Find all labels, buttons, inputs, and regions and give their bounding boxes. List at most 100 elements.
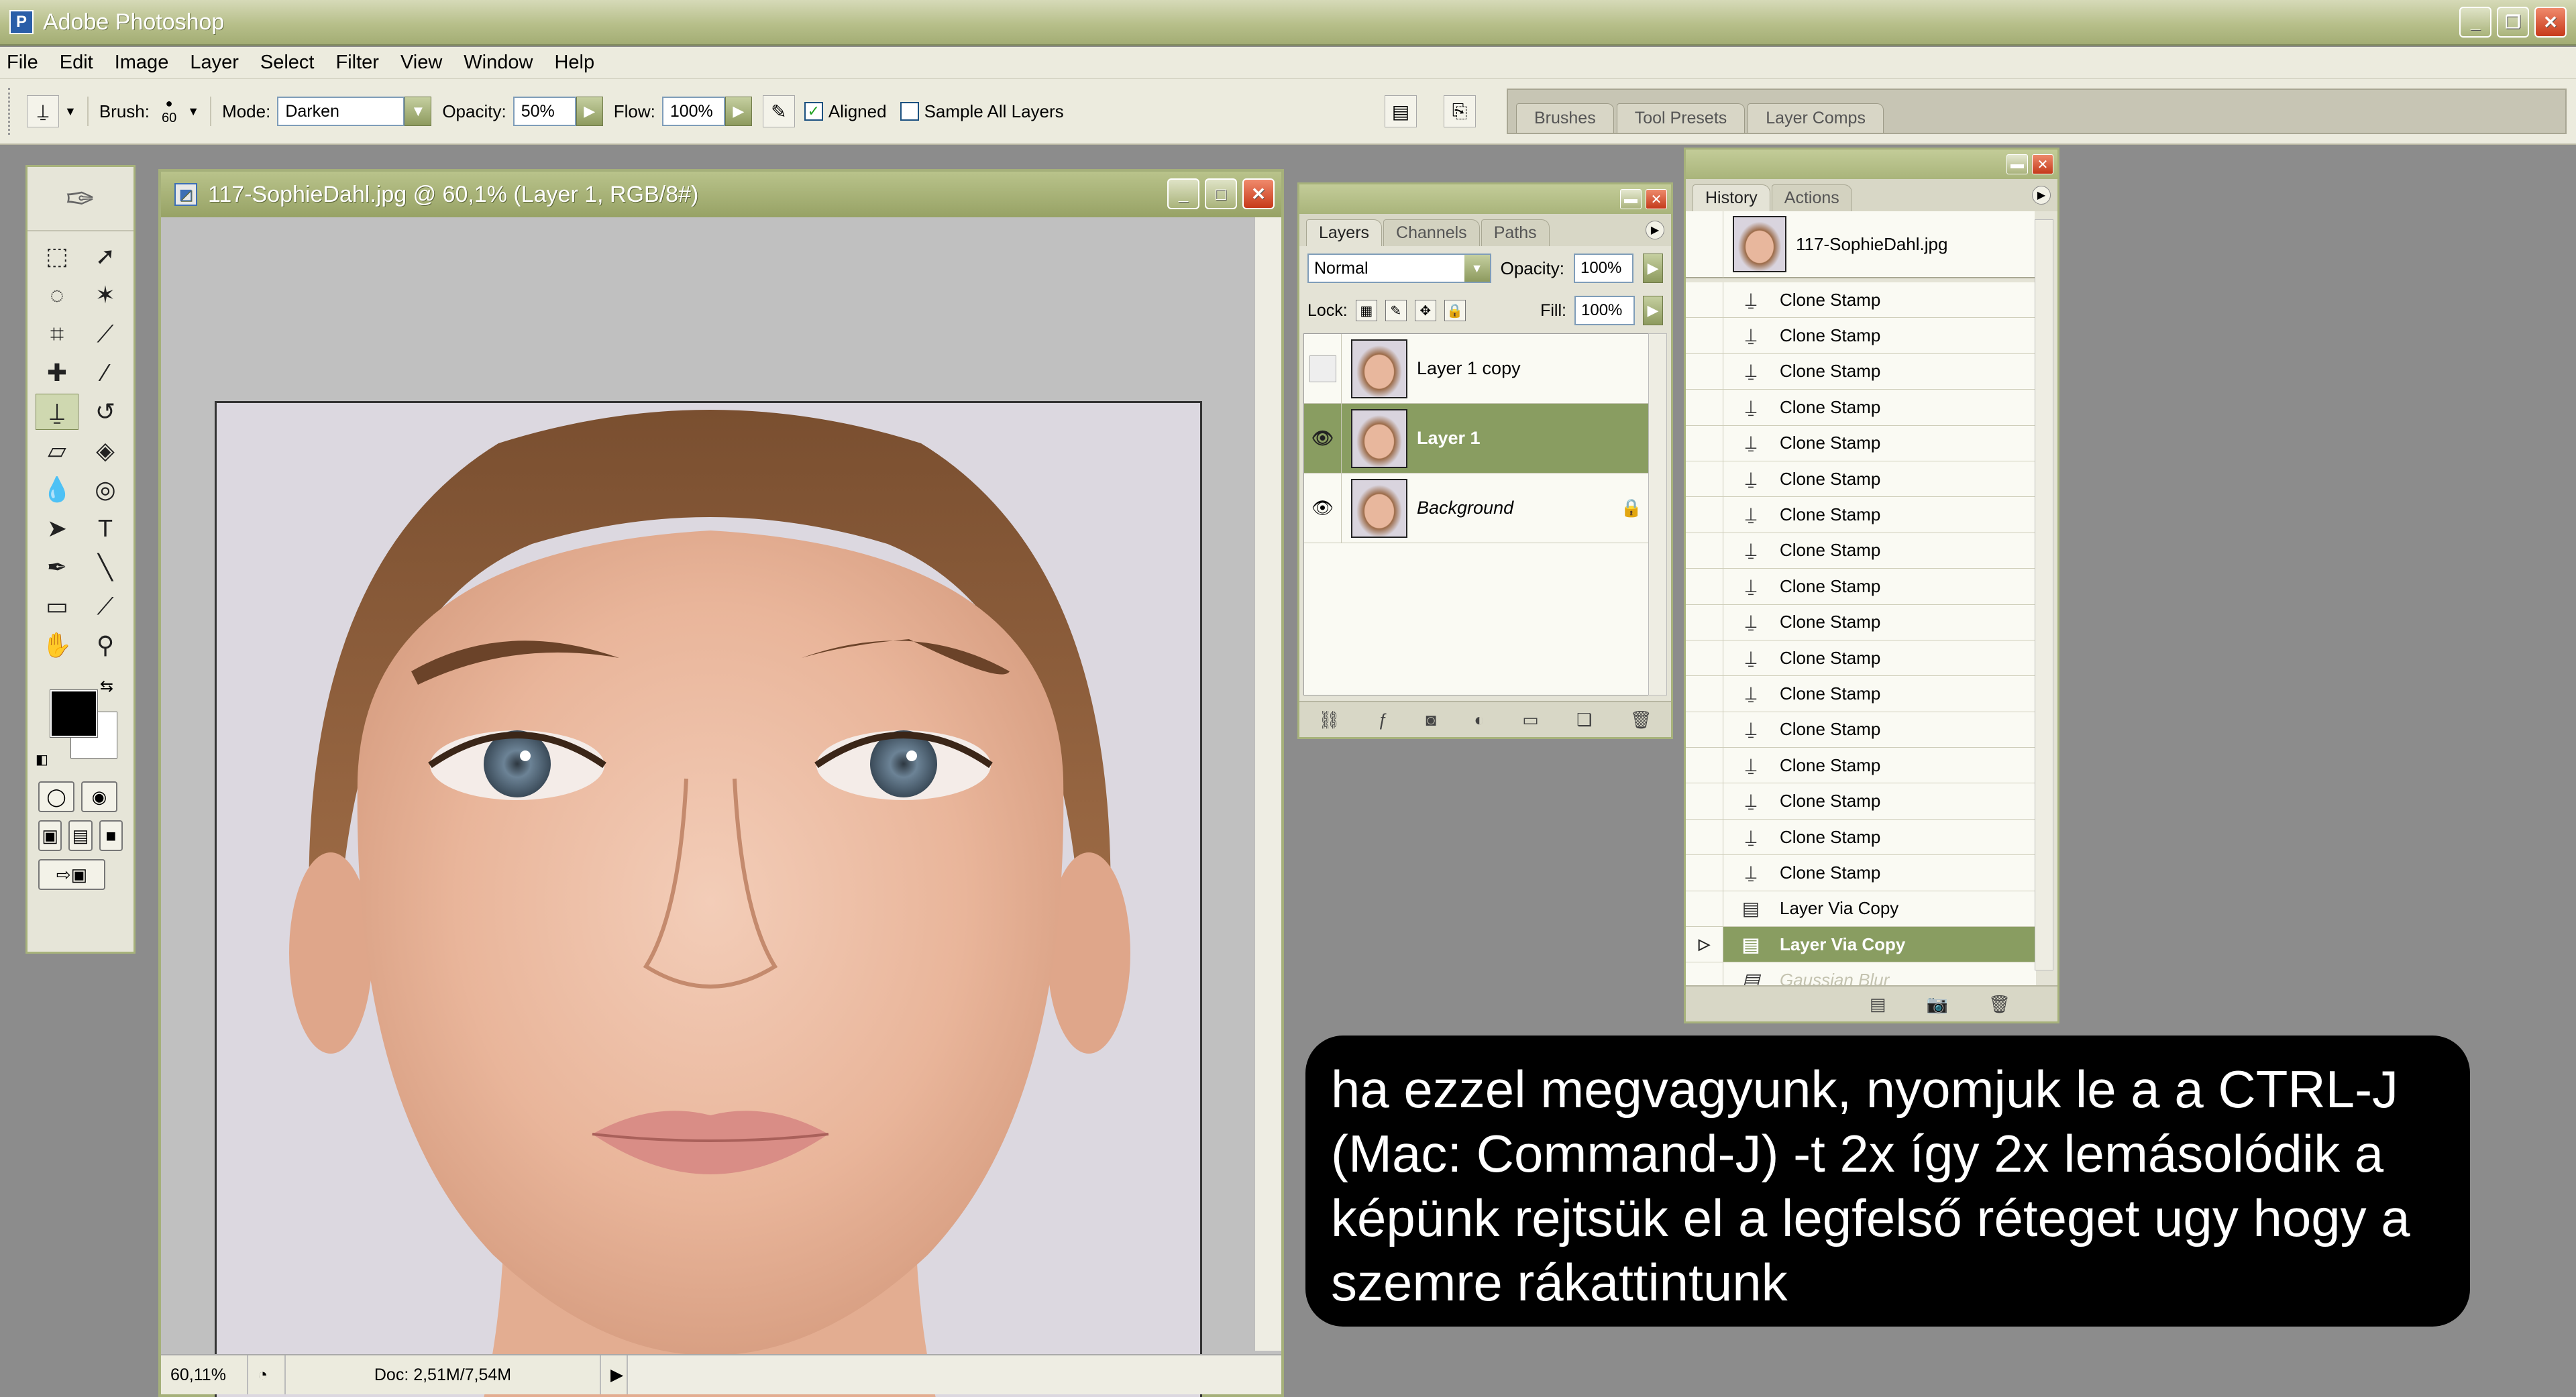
history-snapshot[interactable]: 117-SophieDahl.jpg — [1686, 211, 2035, 278]
standard-mode-icon[interactable]: ◯ — [38, 781, 74, 812]
history-item[interactable]: ⍊ Clone Stamp — [1686, 390, 2036, 426]
palette-well-toggle-icon[interactable]: ⎘ — [1444, 95, 1476, 127]
history-brush-source-slot[interactable] — [1686, 569, 1723, 604]
history-brush-source-slot[interactable]: ▷ — [1686, 927, 1723, 962]
layer-style-icon[interactable]: ƒ — [1378, 710, 1387, 730]
layers-panel-menu-icon[interactable]: ▶ — [1646, 221, 1664, 239]
fill-slider-button[interactable]: ▶ — [1643, 296, 1663, 325]
history-item[interactable]: ▷ ▤ Layer Via Copy — [1686, 927, 2036, 963]
layer-opacity-slider-button[interactable]: ▶ — [1643, 254, 1663, 283]
history-panel-close-button[interactable]: ✕ — [2032, 154, 2053, 174]
eraser-tool-icon[interactable]: ▱ — [36, 433, 78, 469]
airbrush-icon[interactable]: ✎ — [762, 95, 795, 127]
zoom-level[interactable]: 60,11% — [161, 1355, 248, 1394]
lock-position-icon[interactable]: ✥ — [1414, 300, 1436, 321]
visibility-toggle[interactable] — [1304, 333, 1342, 404]
document-horizontal-scrollbar[interactable] — [628, 1355, 1281, 1394]
menu-filter[interactable]: Filter — [335, 52, 378, 74]
history-brush-source-slot[interactable] — [1686, 712, 1723, 748]
history-brush-tool-icon[interactable]: ↺ — [84, 394, 127, 430]
hand-tool-icon[interactable]: ✋ — [36, 627, 78, 663]
link-layers-icon[interactable]: ⛓ — [1318, 710, 1340, 730]
layer-row-layer-1-copy[interactable]: Layer 1 copy — [1304, 333, 1652, 404]
history-panel-header[interactable]: ▬ ✕ — [1686, 150, 2057, 179]
blend-mode-select[interactable]: Normal ▼ — [1307, 254, 1491, 283]
layers-panel-close-button[interactable]: ✕ — [1646, 189, 1667, 209]
history-item[interactable]: ⍊ Clone Stamp — [1686, 353, 2036, 390]
layers-panel-header[interactable]: ▬ ✕ — [1299, 184, 1671, 214]
blur-tool-icon[interactable]: 💧 — [36, 471, 78, 508]
file-browser-icon[interactable]: ▤ — [1385, 95, 1417, 127]
jump-to-imageready-icon[interactable]: ⇨▣ — [38, 859, 105, 890]
tab-history[interactable]: History — [1693, 184, 1770, 211]
chevron-down-icon[interactable]: ▼ — [187, 105, 199, 119]
history-brush-source-slot[interactable] — [1686, 676, 1723, 712]
crop-tool-icon[interactable]: ⌗ — [36, 316, 78, 352]
lock-pixels-icon[interactable]: ✎ — [1385, 300, 1407, 321]
menu-layer[interactable]: Layer — [190, 52, 239, 74]
history-brush-source-slot[interactable] — [1686, 604, 1723, 640]
swap-colors-icon[interactable]: ⇆ — [100, 677, 113, 696]
mode-dropdown-button[interactable]: ▼ — [405, 97, 432, 126]
history-item[interactable]: ⍊ Clone Stamp — [1686, 748, 2036, 784]
minimize-button[interactable]: _ — [2459, 7, 2491, 38]
mode-select[interactable]: Darken — [277, 97, 405, 126]
menu-help[interactable]: Help — [554, 52, 594, 74]
menu-file[interactable]: File — [7, 52, 38, 74]
layer-opacity-input[interactable]: 100% — [1573, 254, 1634, 283]
history-item[interactable]: ⍊ Clone Stamp — [1686, 640, 2036, 677]
zoom-tool-icon[interactable]: ⚲ — [84, 627, 127, 663]
healing-brush-tool-icon[interactable]: ✚ — [36, 355, 78, 391]
history-brush-source-slot[interactable] — [1686, 819, 1723, 855]
brush-picker[interactable]: ● 60 — [162, 97, 176, 126]
history-brush-source-slot[interactable] — [1686, 390, 1723, 425]
fill-input[interactable]: 100% — [1574, 296, 1635, 325]
new-layer-icon[interactable]: ❏ — [1576, 710, 1592, 730]
history-brush-source-slot[interactable] — [1686, 891, 1723, 927]
document-title-bar[interactable]: ◩ 117-SophieDahl.jpg @ 60,1% (Layer 1, R… — [161, 172, 1281, 217]
layer-row-layer-1[interactable]: 👁 Layer 1 — [1304, 403, 1652, 473]
document-close-button[interactable]: ✕ — [1242, 178, 1275, 209]
notes-tool-icon[interactable]: ▭ — [36, 588, 78, 624]
menu-image[interactable]: Image — [115, 52, 169, 74]
history-item[interactable]: ▤ Layer Via Copy — [1686, 891, 2036, 928]
opacity-slider-button[interactable]: ▶ — [576, 97, 603, 126]
new-document-from-state-icon[interactable]: ▤ — [1870, 994, 1886, 1015]
brush-tool-icon[interactable]: ⁄ — [84, 355, 127, 391]
layers-panel-minimize-button[interactable]: ▬ — [1620, 189, 1642, 209]
tab-paths[interactable]: Paths — [1481, 219, 1550, 246]
new-snapshot-icon[interactable]: 📷 — [1927, 994, 1948, 1015]
tab-layers[interactable]: Layers — [1306, 219, 1383, 246]
slice-tool-icon[interactable]: ⟋ — [84, 316, 127, 352]
sample-all-layers-checkbox[interactable] — [900, 102, 919, 121]
menu-view[interactable]: View — [400, 52, 442, 74]
adjustment-layer-icon[interactable]: ◐ — [1474, 710, 1485, 730]
lock-all-icon[interactable]: 🔒 — [1444, 300, 1466, 321]
history-item[interactable]: ⍊ Clone Stamp — [1686, 712, 2036, 748]
flow-slider-button[interactable]: ▶ — [724, 97, 752, 126]
full-screen-menu-icon[interactable]: ▤ — [68, 820, 93, 851]
tool-preset-picker[interactable]: ⍊ ▼ — [27, 95, 76, 127]
history-brush-source-slot[interactable] — [1686, 640, 1723, 676]
well-tab-brushes[interactable]: Brushes — [1516, 103, 1614, 133]
history-item[interactable]: ⍊ Clone Stamp — [1686, 318, 2036, 354]
history-item[interactable]: ⍊ Clone Stamp — [1686, 604, 2036, 640]
status-arrow-icon[interactable]: ▶ — [601, 1355, 628, 1394]
portrait-photo[interactable] — [215, 401, 1202, 1397]
foreground-color-swatch[interactable] — [50, 689, 98, 738]
history-brush-source-slot[interactable] — [1686, 425, 1723, 461]
lock-transparency-icon[interactable]: ▦ — [1355, 300, 1377, 321]
history-brush-source-slot[interactable] — [1686, 318, 1723, 353]
menu-window[interactable]: Window — [464, 52, 533, 74]
pen-tool-icon[interactable]: ✒ — [36, 549, 78, 585]
move-tool-icon[interactable]: ➚ — [84, 238, 127, 274]
history-item[interactable]: ⍊ Clone Stamp — [1686, 425, 2036, 461]
menu-select[interactable]: Select — [260, 52, 315, 74]
history-item[interactable]: ⍊ Clone Stamp — [1686, 497, 2036, 533]
history-item[interactable]: ⍊ Clone Stamp — [1686, 533, 2036, 569]
history-item[interactable]: ⍊ Clone Stamp — [1686, 819, 2036, 856]
new-group-icon[interactable]: ▭ — [1522, 710, 1539, 730]
layer-row-background[interactable]: 👁 Background 🔒 — [1304, 473, 1652, 543]
tab-actions[interactable]: Actions — [1771, 184, 1852, 211]
history-item[interactable]: ⍊ Clone Stamp — [1686, 282, 2036, 319]
